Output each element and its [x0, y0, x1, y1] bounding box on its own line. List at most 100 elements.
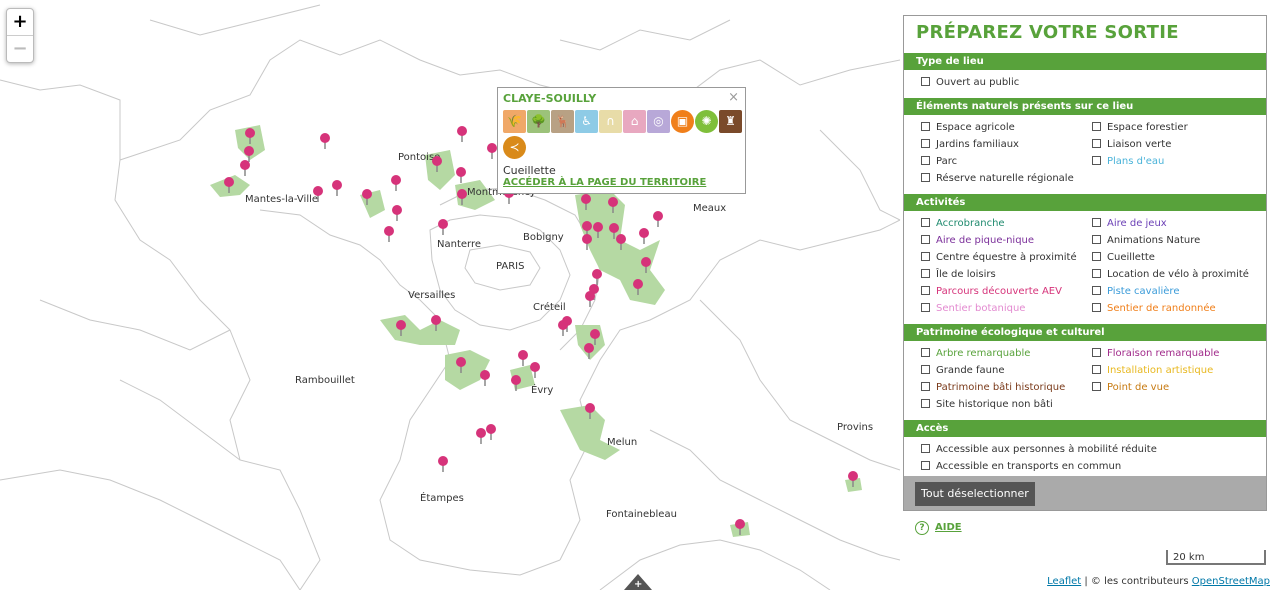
- map-marker-pin[interactable]: [361, 188, 373, 206]
- leaflet-link[interactable]: Leaflet: [1047, 576, 1081, 587]
- map-marker-pin[interactable]: [312, 185, 324, 203]
- filter-option[interactable]: Sentier de randonnée: [1092, 303, 1216, 314]
- map-marker-pin[interactable]: [615, 233, 627, 251]
- filter-option[interactable]: Centre équestre à proximité: [921, 252, 1077, 263]
- checkbox[interactable]: [921, 122, 930, 131]
- filter-option[interactable]: Location de vélo à proximité: [1092, 269, 1249, 280]
- checkbox[interactable]: [921, 156, 930, 165]
- filter-option[interactable]: Animations Nature: [1092, 235, 1200, 246]
- map-marker-pin[interactable]: [652, 210, 664, 228]
- checkbox[interactable]: [1092, 139, 1101, 148]
- checkbox[interactable]: [1092, 348, 1101, 357]
- checkbox[interactable]: [1092, 156, 1101, 165]
- checkbox[interactable]: [1092, 382, 1101, 391]
- filter-option[interactable]: Espace agricole: [921, 122, 1015, 133]
- checkbox[interactable]: [921, 77, 930, 86]
- map-marker-pin[interactable]: [510, 374, 522, 392]
- checkbox[interactable]: [921, 286, 930, 295]
- popup-territory-link[interactable]: ACCÉDER À LA PAGE DU TERRITOIRE: [503, 177, 706, 188]
- checkbox[interactable]: [921, 218, 930, 227]
- checkbox[interactable]: [1092, 286, 1101, 295]
- checkbox[interactable]: [1092, 252, 1101, 261]
- map-marker-pin[interactable]: [479, 369, 491, 387]
- filter-option[interactable]: Point de vue: [1092, 382, 1169, 393]
- map-marker-pin[interactable]: [584, 402, 596, 420]
- map-marker-pin[interactable]: [580, 193, 592, 211]
- filter-option[interactable]: Floraison remarquable: [1092, 348, 1219, 359]
- map-marker-pin[interactable]: [437, 455, 449, 473]
- checkbox[interactable]: [1092, 303, 1101, 312]
- filter-option[interactable]: Cueillette: [1092, 252, 1155, 263]
- filter-option[interactable]: Aire de jeux: [1092, 218, 1167, 229]
- checkbox[interactable]: [921, 461, 930, 470]
- map-marker-pin[interactable]: [529, 361, 541, 379]
- map-marker-pin[interactable]: [455, 356, 467, 374]
- map-marker-pin[interactable]: [239, 159, 251, 177]
- checkbox[interactable]: [921, 269, 930, 278]
- map-marker-pin[interactable]: [437, 218, 449, 236]
- map-marker-pin[interactable]: [847, 470, 859, 488]
- checkbox[interactable]: [921, 139, 930, 148]
- map-marker-pin[interactable]: [632, 278, 644, 296]
- map-marker-pin[interactable]: [581, 233, 593, 251]
- map-marker-pin[interactable]: [640, 256, 652, 274]
- filter-option[interactable]: Parcours découverte AEV: [921, 286, 1062, 297]
- filter-option[interactable]: Site historique non bâti: [921, 399, 1053, 410]
- map-marker-pin[interactable]: [431, 155, 443, 173]
- checkbox[interactable]: [921, 235, 930, 244]
- filter-option[interactable]: Parc: [921, 156, 957, 167]
- zoom-out-button[interactable]: −: [7, 35, 33, 62]
- filter-option[interactable]: Accessible en transports en commun: [921, 461, 1121, 472]
- checkbox[interactable]: [921, 348, 930, 357]
- checkbox[interactable]: [921, 399, 930, 408]
- checkbox[interactable]: [1092, 235, 1101, 244]
- checkbox[interactable]: [921, 303, 930, 312]
- bottom-drawer-handle[interactable]: +: [624, 574, 652, 590]
- filter-option[interactable]: Accrobranche: [921, 218, 1005, 229]
- map-marker-pin[interactable]: [390, 174, 402, 192]
- map-marker-pin[interactable]: [244, 127, 256, 145]
- map-marker-pin[interactable]: [455, 166, 467, 184]
- map-marker-pin[interactable]: [638, 227, 650, 245]
- deselect-all-button[interactable]: Tout déselectionner: [915, 482, 1035, 506]
- filter-option[interactable]: Réserve naturelle régionale: [921, 173, 1074, 184]
- map-marker-pin[interactable]: [607, 196, 619, 214]
- map-marker-pin[interactable]: [456, 125, 468, 143]
- checkbox[interactable]: [921, 173, 930, 182]
- map-marker-pin[interactable]: [584, 290, 596, 308]
- checkbox[interactable]: [1092, 269, 1101, 278]
- map-marker-pin[interactable]: [475, 427, 487, 445]
- filter-option[interactable]: Grande faune: [921, 365, 1004, 376]
- map-marker-pin[interactable]: [223, 176, 235, 194]
- map-marker-pin[interactable]: [583, 342, 595, 360]
- filter-option[interactable]: Île de loisirs: [921, 269, 996, 280]
- filter-option[interactable]: Installation artistique: [1092, 365, 1213, 376]
- map-marker-pin[interactable]: [391, 204, 403, 222]
- checkbox[interactable]: [921, 382, 930, 391]
- filter-option[interactable]: Ouvert au public: [921, 77, 1019, 88]
- filter-option[interactable]: Accessible aux personnes à mobilité rédu…: [921, 444, 1157, 455]
- popup-close-button[interactable]: ×: [728, 90, 739, 105]
- help-link[interactable]: ? AIDE: [915, 521, 962, 535]
- checkbox[interactable]: [1092, 218, 1101, 227]
- filter-option[interactable]: Plans d'eau: [1092, 156, 1164, 167]
- filter-option[interactable]: Jardins familiaux: [921, 139, 1019, 150]
- checkbox[interactable]: [921, 444, 930, 453]
- map-marker-pin[interactable]: [331, 179, 343, 197]
- map-marker-pin[interactable]: [430, 314, 442, 332]
- filter-option[interactable]: Sentier botanique: [921, 303, 1025, 314]
- checkbox[interactable]: [921, 252, 930, 261]
- map-marker-pin[interactable]: [319, 132, 331, 150]
- map-marker-pin[interactable]: [383, 225, 395, 243]
- checkbox[interactable]: [921, 365, 930, 374]
- checkbox[interactable]: [1092, 122, 1101, 131]
- map-marker-pin[interactable]: [395, 319, 407, 337]
- map-marker-pin[interactable]: [592, 221, 604, 239]
- filter-option[interactable]: Aire de pique-nique: [921, 235, 1034, 246]
- osm-link[interactable]: OpenStreetMap: [1192, 576, 1270, 587]
- filter-option[interactable]: Liaison verte: [1092, 139, 1171, 150]
- map-marker-pin[interactable]: [517, 349, 529, 367]
- checkbox[interactable]: [1092, 365, 1101, 374]
- filter-option[interactable]: Arbre remarquable: [921, 348, 1030, 359]
- map-marker-pin[interactable]: [734, 518, 746, 536]
